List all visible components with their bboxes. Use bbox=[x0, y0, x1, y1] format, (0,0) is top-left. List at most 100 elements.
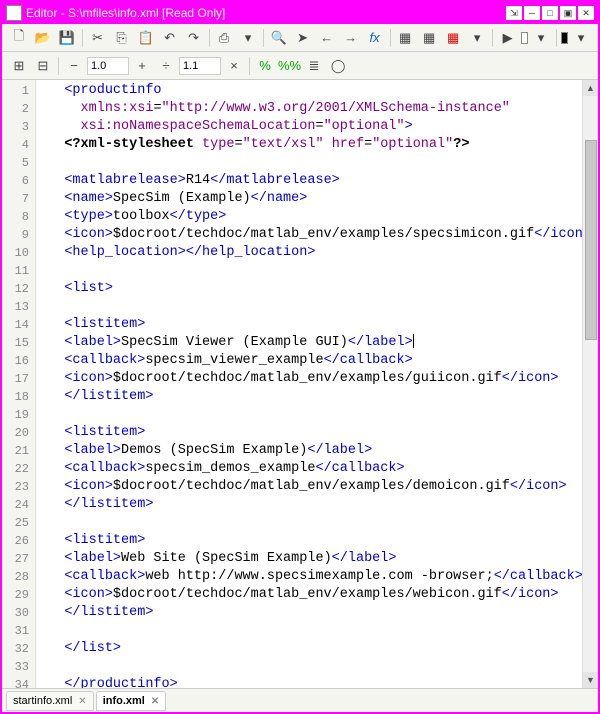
code-line[interactable]: </productinfo> bbox=[40, 676, 578, 688]
tab-close-icon[interactable]: ✕ bbox=[78, 696, 86, 707]
redo-button[interactable]: ↷ bbox=[183, 27, 205, 49]
code-line[interactable]: <icon>$docroot/techdoc/matlab_env/exampl… bbox=[40, 586, 578, 604]
dropdown-icon[interactable]: ▾ bbox=[466, 27, 488, 49]
zoom2-input[interactable] bbox=[179, 57, 221, 75]
file-tab[interactable]: info.xml✕ bbox=[96, 691, 167, 711]
code-line[interactable]: <icon>$docroot/techdoc/matlab_env/exampl… bbox=[40, 478, 578, 496]
code-token: SpecSim Viewer (Example GUI) bbox=[121, 335, 348, 350]
code-line[interactable]: <name>SpecSim (Example)</name> bbox=[40, 190, 578, 208]
code-line[interactable]: </listitem> bbox=[40, 496, 578, 514]
code-line[interactable]: <label>SpecSim Viewer (Example GUI)</lab… bbox=[40, 334, 578, 352]
code-line[interactable] bbox=[40, 406, 578, 424]
line-number: 5 bbox=[2, 154, 35, 172]
scroll-up-icon[interactable]: ▲ bbox=[583, 80, 598, 96]
code-token: href bbox=[332, 137, 364, 152]
paste-button[interactable]: 📋 bbox=[135, 27, 157, 49]
dropdown-icon[interactable]: ▾ bbox=[530, 27, 552, 49]
line-number: 27 bbox=[2, 550, 35, 568]
code-token bbox=[40, 101, 81, 116]
code-line[interactable]: <?xml-stylesheet type="text/xsl" href="o… bbox=[40, 136, 578, 154]
back-button[interactable]: ← bbox=[316, 27, 338, 49]
bp-clear-button[interactable]: ▦ bbox=[418, 27, 440, 49]
code-token: type bbox=[202, 137, 234, 152]
code-line[interactable]: </listitem> bbox=[40, 388, 578, 406]
code-line[interactable]: </list> bbox=[40, 640, 578, 658]
code-token: <callback> bbox=[64, 353, 145, 368]
function-button[interactable]: fx bbox=[364, 27, 386, 49]
cut-button[interactable]: ✂ bbox=[87, 27, 109, 49]
cell-stack-button[interactable]: ≣ bbox=[303, 55, 325, 77]
scroll-thumb[interactable] bbox=[585, 140, 597, 340]
print-button[interactable]: ⎙ bbox=[213, 27, 235, 49]
code-line[interactable] bbox=[40, 262, 578, 280]
dock-icon[interactable]: ⇲ bbox=[506, 6, 522, 20]
code-line[interactable] bbox=[40, 154, 578, 172]
code-line[interactable]: <listitem> bbox=[40, 532, 578, 550]
titlebar[interactable]: Editor - S:\mfiles\info.xml [Read Only] … bbox=[2, 2, 598, 24]
divide-button[interactable]: ÷ bbox=[155, 55, 177, 77]
code-line[interactable] bbox=[40, 514, 578, 532]
code-line[interactable]: <icon>$docroot/techdoc/matlab_env/exampl… bbox=[40, 226, 578, 244]
black-square-icon[interactable] bbox=[561, 32, 568, 44]
code-token: </listitem> bbox=[64, 389, 153, 404]
bp-set-button[interactable]: ▦ bbox=[394, 27, 416, 49]
line-number: 26 bbox=[2, 532, 35, 550]
increase-button[interactable]: + bbox=[131, 55, 153, 77]
code-line[interactable]: <productinfo bbox=[40, 82, 578, 100]
cell-plus-button[interactable]: ⊞ bbox=[8, 55, 30, 77]
restore-icon[interactable]: ▣ bbox=[560, 6, 576, 20]
tab-close-icon[interactable]: ✕ bbox=[151, 696, 159, 707]
code-token bbox=[40, 479, 64, 494]
code-line[interactable]: <callback>web http://www.specsimexample.… bbox=[40, 568, 578, 586]
code-line[interactable]: xmlns:xsi="http://www.w3.org/2001/XMLSch… bbox=[40, 100, 578, 118]
dropdown-icon[interactable]: ▾ bbox=[237, 27, 259, 49]
multiply-button[interactable]: × bbox=[223, 55, 245, 77]
code-line[interactable]: </listitem> bbox=[40, 604, 578, 622]
open-file-button[interactable]: 📂 bbox=[32, 27, 54, 49]
code-line[interactable]: <type>toolbox</type> bbox=[40, 208, 578, 226]
save-button[interactable]: 💾 bbox=[56, 27, 78, 49]
undo-button[interactable]: ↶ bbox=[159, 27, 181, 49]
cell-minus-button[interactable]: ⊟ bbox=[32, 55, 54, 77]
maximize-icon[interactable]: □ bbox=[542, 6, 558, 20]
code-area[interactable]: <productinfo xmlns:xsi="http://www.w3.or… bbox=[36, 80, 582, 688]
code-token: </callback> bbox=[324, 353, 413, 368]
window-controls: ⇲ ─ □ ▣ ✕ bbox=[506, 6, 594, 20]
forward-button[interactable]: → bbox=[340, 27, 362, 49]
find-button[interactable]: 🔍 bbox=[268, 27, 290, 49]
code-token: </icon> bbox=[534, 227, 582, 242]
code-line[interactable] bbox=[40, 298, 578, 316]
line-number-gutter: 1234567891011121314151617181920212223242… bbox=[2, 80, 36, 688]
code-line[interactable]: <label>Demos (SpecSim Example)</label> bbox=[40, 442, 578, 460]
close-icon[interactable]: ✕ bbox=[578, 6, 594, 20]
code-token: </callback> bbox=[494, 569, 582, 584]
cell-highlight-button[interactable]: ◯ bbox=[327, 55, 349, 77]
code-line[interactable]: xsi:noNamespaceSchemaLocation="optional"… bbox=[40, 118, 578, 136]
run-button[interactable]: ▶ bbox=[497, 27, 519, 49]
vertical-scrollbar[interactable]: ▲ ▼ bbox=[582, 80, 598, 688]
code-line[interactable]: <icon>$docroot/techdoc/matlab_env/exampl… bbox=[40, 370, 578, 388]
minimize-icon[interactable]: ─ bbox=[524, 6, 540, 20]
new-file-button[interactable]: 🗋 bbox=[8, 27, 30, 49]
decrease-button[interactable]: − bbox=[63, 55, 85, 77]
code-line[interactable] bbox=[40, 658, 578, 676]
cell-percent2-button[interactable]: %% bbox=[278, 55, 301, 77]
scroll-down-icon[interactable]: ▼ bbox=[583, 672, 598, 688]
code-line[interactable]: <callback>specsim_demos_example</callbac… bbox=[40, 460, 578, 478]
white-square-icon[interactable] bbox=[521, 32, 528, 44]
dropdown-icon[interactable]: ▾ bbox=[570, 27, 592, 49]
zoom1-input[interactable] bbox=[87, 57, 129, 75]
goto-button[interactable]: ➤ bbox=[292, 27, 314, 49]
code-line[interactable] bbox=[40, 622, 578, 640]
code-line[interactable]: <listitem> bbox=[40, 424, 578, 442]
file-tab[interactable]: startinfo.xml✕ bbox=[6, 691, 94, 711]
code-line[interactable]: <matlabrelease>R14</matlabrelease> bbox=[40, 172, 578, 190]
code-line[interactable]: <help_location></help_location> bbox=[40, 244, 578, 262]
cell-percent-button[interactable]: % bbox=[254, 55, 276, 77]
code-line[interactable]: <callback>specsim_viewer_example</callba… bbox=[40, 352, 578, 370]
copy-button[interactable]: ⎘ bbox=[111, 27, 133, 49]
code-line[interactable]: <list> bbox=[40, 280, 578, 298]
bp-stop-button[interactable]: ▦ bbox=[442, 27, 464, 49]
code-line[interactable]: <listitem> bbox=[40, 316, 578, 334]
code-line[interactable]: <label>Web Site (SpecSim Example)</label… bbox=[40, 550, 578, 568]
